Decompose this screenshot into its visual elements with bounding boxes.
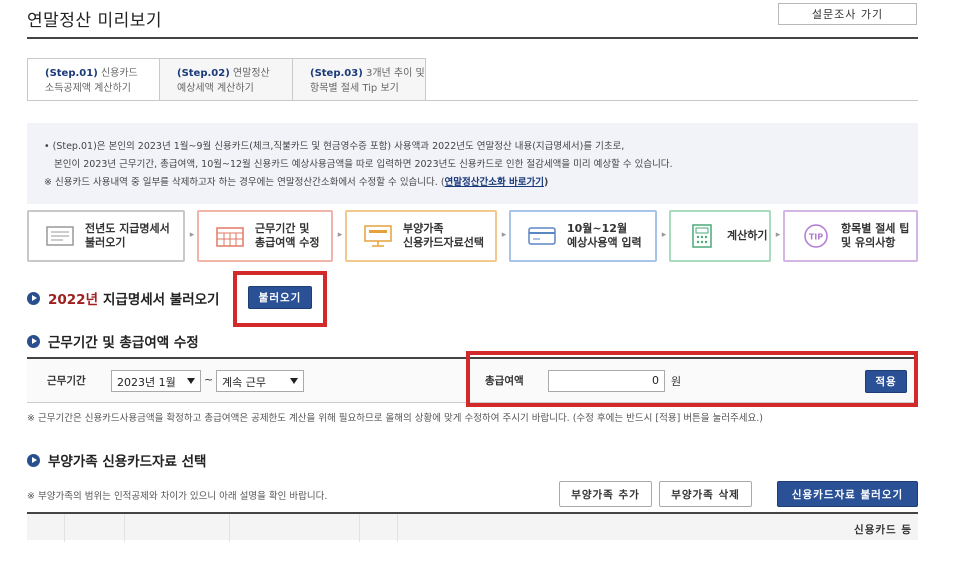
tab-step-01[interactable]: (Step.01) 신용카드 소득공제액 계산하기 xyxy=(27,58,160,101)
delete-dependent-button[interactable]: 부양가족 삭제 xyxy=(659,481,752,507)
chevron-down-icon xyxy=(187,378,195,384)
step-label: 근무기간 및 총급여액 수정 xyxy=(255,222,320,250)
section-load-statement-title: 2022년 지급명세서 불러오기 xyxy=(27,288,219,308)
section-year: 2022년 xyxy=(48,292,98,308)
step-line1: 항목별 절세 팁 xyxy=(841,222,910,235)
tab-step-02[interactable]: (Step.02) 연말정산 예상세액 계산하기 xyxy=(160,58,293,101)
document-icon xyxy=(45,225,75,247)
tab-line1: 3개년 추이 및 xyxy=(362,68,425,79)
step-line2: 총급여액 수정 xyxy=(255,236,320,249)
table-column xyxy=(230,514,360,542)
step-line1: 전년도 지급명세서 xyxy=(85,222,170,235)
end-period-value: 계속 근무 xyxy=(222,376,266,389)
tip-icon: TIP xyxy=(801,224,831,248)
step-line1: 부양가족 xyxy=(403,222,444,235)
tab-line2: 소득공제액 계산하기 xyxy=(45,83,131,94)
tab-step-label: (Step.01) xyxy=(45,68,98,79)
calendar-icon xyxy=(215,225,245,247)
section-bullet-icon xyxy=(27,334,40,348)
section-title-text: 부양가족 신용카드자료 선택 xyxy=(48,454,207,470)
step-separator: ▸ xyxy=(775,230,781,240)
step-line2: 및 유의사항 xyxy=(841,236,896,249)
table-column xyxy=(27,514,65,542)
load-card-data-button[interactable]: 신용카드자료 불러오기 xyxy=(777,481,918,507)
info-line-3-prefix: ※ 신용카드 사용내역 중 일부를 삭제하고자 하는 경우에는 연말정산간소화에… xyxy=(44,177,445,188)
tab-line1: 신용카드 xyxy=(97,68,138,79)
tab-step-label: (Step.02) xyxy=(177,68,230,79)
step-separator: ▸ xyxy=(661,230,667,240)
period-note: ※ 근무기간은 신용카드사용금액을 확정하고 총급여액은 공제한도 계산을 위해… xyxy=(27,413,763,424)
step-label: 전년도 지급명세서 불러오기 xyxy=(85,222,170,250)
step-label: 10월~12월 예상사용액 입력 xyxy=(567,222,642,250)
step-line2: 불러오기 xyxy=(85,236,126,249)
info-line-3: ※ 신용카드 사용내역 중 일부를 삭제하고자 하는 경우에는 연말정산간소화에… xyxy=(44,174,918,192)
step-calculate[interactable]: 계산하기 xyxy=(669,210,771,262)
survey-button[interactable]: 설문조사 가기 xyxy=(778,3,917,25)
step-separator: ▸ xyxy=(501,230,507,240)
monitor-icon xyxy=(363,225,393,247)
section-period-title: 근무기간 및 총급여액 수정 xyxy=(27,331,199,351)
step-edit-period[interactable]: 근무기간 및 총급여액 수정 xyxy=(197,210,333,262)
period-separator: ~ xyxy=(204,373,214,386)
step-tabs: (Step.01) 신용카드 소득공제액 계산하기 (Step.02) 연말정산… xyxy=(27,58,426,101)
svg-text:TIP: TIP xyxy=(809,233,823,242)
info-box: • (Step.01)은 본인의 2023년 1월~9월 신용카드(체크,직불카… xyxy=(27,123,918,204)
table-column xyxy=(125,514,230,542)
tab-line2: 항목별 절세 Tip 보기 xyxy=(310,83,399,94)
step-label: 계산하기 xyxy=(727,229,768,242)
table-column-card-header: 신용카드 등 xyxy=(854,524,912,536)
page-title: 연말정산 미리보기 xyxy=(27,11,163,31)
tabs-divider xyxy=(27,100,918,101)
step-line1: 10월~12월 xyxy=(567,222,628,235)
load-statement-button[interactable]: 불러오기 xyxy=(248,286,312,309)
tab-line1: 연말정산 xyxy=(229,68,270,79)
section-bullet-icon xyxy=(27,453,40,467)
step-expected-usage[interactable]: 10월~12월 예상사용액 입력 xyxy=(509,210,657,262)
info-line-3-suffix: ) xyxy=(543,177,549,188)
step-tax-tips[interactable]: TIP 항목별 절세 팁및 유의사항 xyxy=(783,210,918,262)
step-label: 부양가족 신용카드자료선택 xyxy=(403,222,484,250)
simplified-service-link[interactable]: 연말정산간소화 바로가기 xyxy=(445,177,544,188)
calculator-icon xyxy=(687,224,717,248)
step-line2: 예상사용액 입력 xyxy=(567,236,642,249)
start-month-value: 2023년 1월 xyxy=(117,376,176,389)
section-title-text: 근무기간 및 총급여액 수정 xyxy=(48,335,199,351)
chevron-down-icon xyxy=(290,378,298,384)
end-period-select[interactable]: 계속 근무 xyxy=(216,370,304,392)
step-dependents[interactable]: 부양가족 신용카드자료선택 xyxy=(345,210,497,262)
step-separator: ▸ xyxy=(189,230,195,240)
tab-step-label: (Step.03) xyxy=(310,68,363,79)
period-label: 근무기간 xyxy=(47,375,86,387)
highlight-frame-salary xyxy=(466,351,918,407)
info-line-1: • (Step.01)은 본인의 2023년 1월~9월 신용카드(체크,직불카… xyxy=(44,141,625,152)
step-load-statement[interactable]: 전년도 지급명세서 불러오기 xyxy=(27,210,185,262)
card-icon xyxy=(527,225,557,247)
step-separator: ▸ xyxy=(337,230,343,240)
section-bullet-icon xyxy=(27,291,40,305)
step-line1: 근무기간 및 xyxy=(255,222,310,235)
add-dependent-button[interactable]: 부양가족 추가 xyxy=(559,481,652,507)
step-line2: 신용카드자료선택 xyxy=(403,236,484,249)
process-steps: 전년도 지급명세서 불러오기 ▸ 근무기간 및 총급여액 수정 ▸ 부양가족 신용카드… xyxy=(27,210,918,264)
table-column xyxy=(360,514,398,542)
dependents-note: ※ 부양가족의 범위는 인적공제와 차이가 있으니 아래 설명을 확인 바랍니다… xyxy=(27,491,328,502)
section-dependents-title: 부양가족 신용카드자료 선택 xyxy=(27,450,206,470)
info-line-2: 본인이 2023년 근무기간, 총급여액, 10월~12월 신용카드 예상사용금… xyxy=(54,159,673,170)
table-column xyxy=(65,514,125,542)
section-title-text: 지급명세서 불러오기 xyxy=(103,292,220,308)
start-month-select[interactable]: 2023년 1월 xyxy=(111,370,201,392)
step-label: 항목별 절세 팁및 유의사항 xyxy=(841,222,909,250)
dependents-table-header: 신용카드 등 xyxy=(27,512,918,542)
tab-step-03[interactable]: (Step.03) 3개년 추이 및 항목별 절세 Tip 보기 xyxy=(293,58,426,101)
title-divider xyxy=(27,37,918,39)
tab-line2: 예상세액 계산하기 xyxy=(177,83,254,94)
